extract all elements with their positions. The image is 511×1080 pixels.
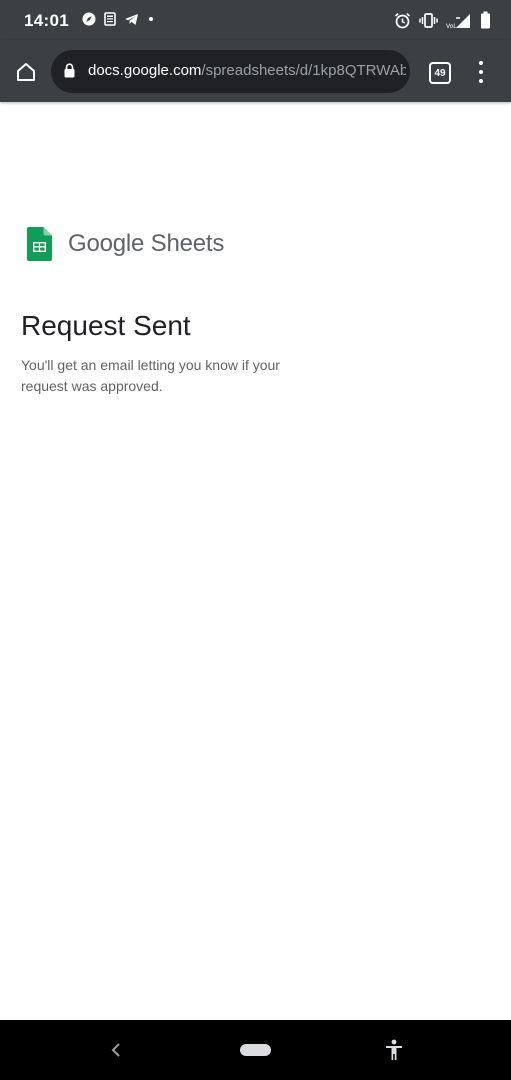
back-icon[interactable] bbox=[107, 1040, 125, 1060]
status-time: 14:01 bbox=[24, 11, 69, 30]
url-host: docs.google.com bbox=[88, 62, 202, 79]
home-icon bbox=[17, 63, 35, 81]
url-bar[interactable]: docs.google.com/spreadsheets/d/1kp8QTRWA… bbox=[51, 50, 410, 93]
lock-icon bbox=[64, 63, 75, 83]
url-path: /spreadsheets/d/1kp8QTRWAbV bbox=[201, 62, 406, 79]
url-text: docs.google.com/spreadsheets/d/1kp8QTRWA… bbox=[88, 62, 406, 79]
compass-icon bbox=[82, 12, 96, 26]
status-left-icons bbox=[82, 12, 156, 26]
browser-toolbar: docs.google.com/spreadsheets/d/1kp8QTRWA… bbox=[0, 40, 511, 102]
dot-icon bbox=[146, 12, 156, 26]
screen: 14:01 VoL docs.google.com/spreadsheets/d… bbox=[0, 0, 511, 1080]
navigation-bar bbox=[0, 1020, 511, 1080]
home-button[interactable] bbox=[13, 59, 39, 85]
status-bar: 14:01 VoL bbox=[0, 0, 511, 40]
alarm-icon bbox=[394, 12, 411, 29]
menu-dot bbox=[479, 61, 483, 65]
accessibility-icon[interactable] bbox=[383, 1038, 405, 1062]
tab-switcher-button[interactable]: 49 bbox=[429, 62, 451, 84]
tab-count: 49 bbox=[434, 67, 446, 79]
logo-text: Google Sheets bbox=[68, 230, 225, 257]
telegram-icon bbox=[124, 13, 139, 26]
svg-text:VoL: VoL bbox=[446, 23, 457, 29]
vibrate-icon bbox=[419, 12, 438, 28]
battery-icon bbox=[480, 11, 491, 29]
signal-icon: VoL bbox=[446, 12, 472, 29]
menu-dot bbox=[479, 79, 483, 83]
news-icon bbox=[103, 12, 117, 26]
request-message: You'll get an email letting you know if … bbox=[21, 357, 280, 394]
status-right-icons: VoL bbox=[394, 11, 491, 29]
more-vert-icon[interactable] bbox=[470, 61, 492, 83]
google-sheets-icon bbox=[27, 227, 52, 261]
menu-dot bbox=[479, 70, 483, 74]
home-pill-icon[interactable] bbox=[240, 1044, 271, 1056]
page-title: Request Sent bbox=[21, 310, 191, 341]
sheets-logo: Google Sheets bbox=[27, 227, 224, 261]
